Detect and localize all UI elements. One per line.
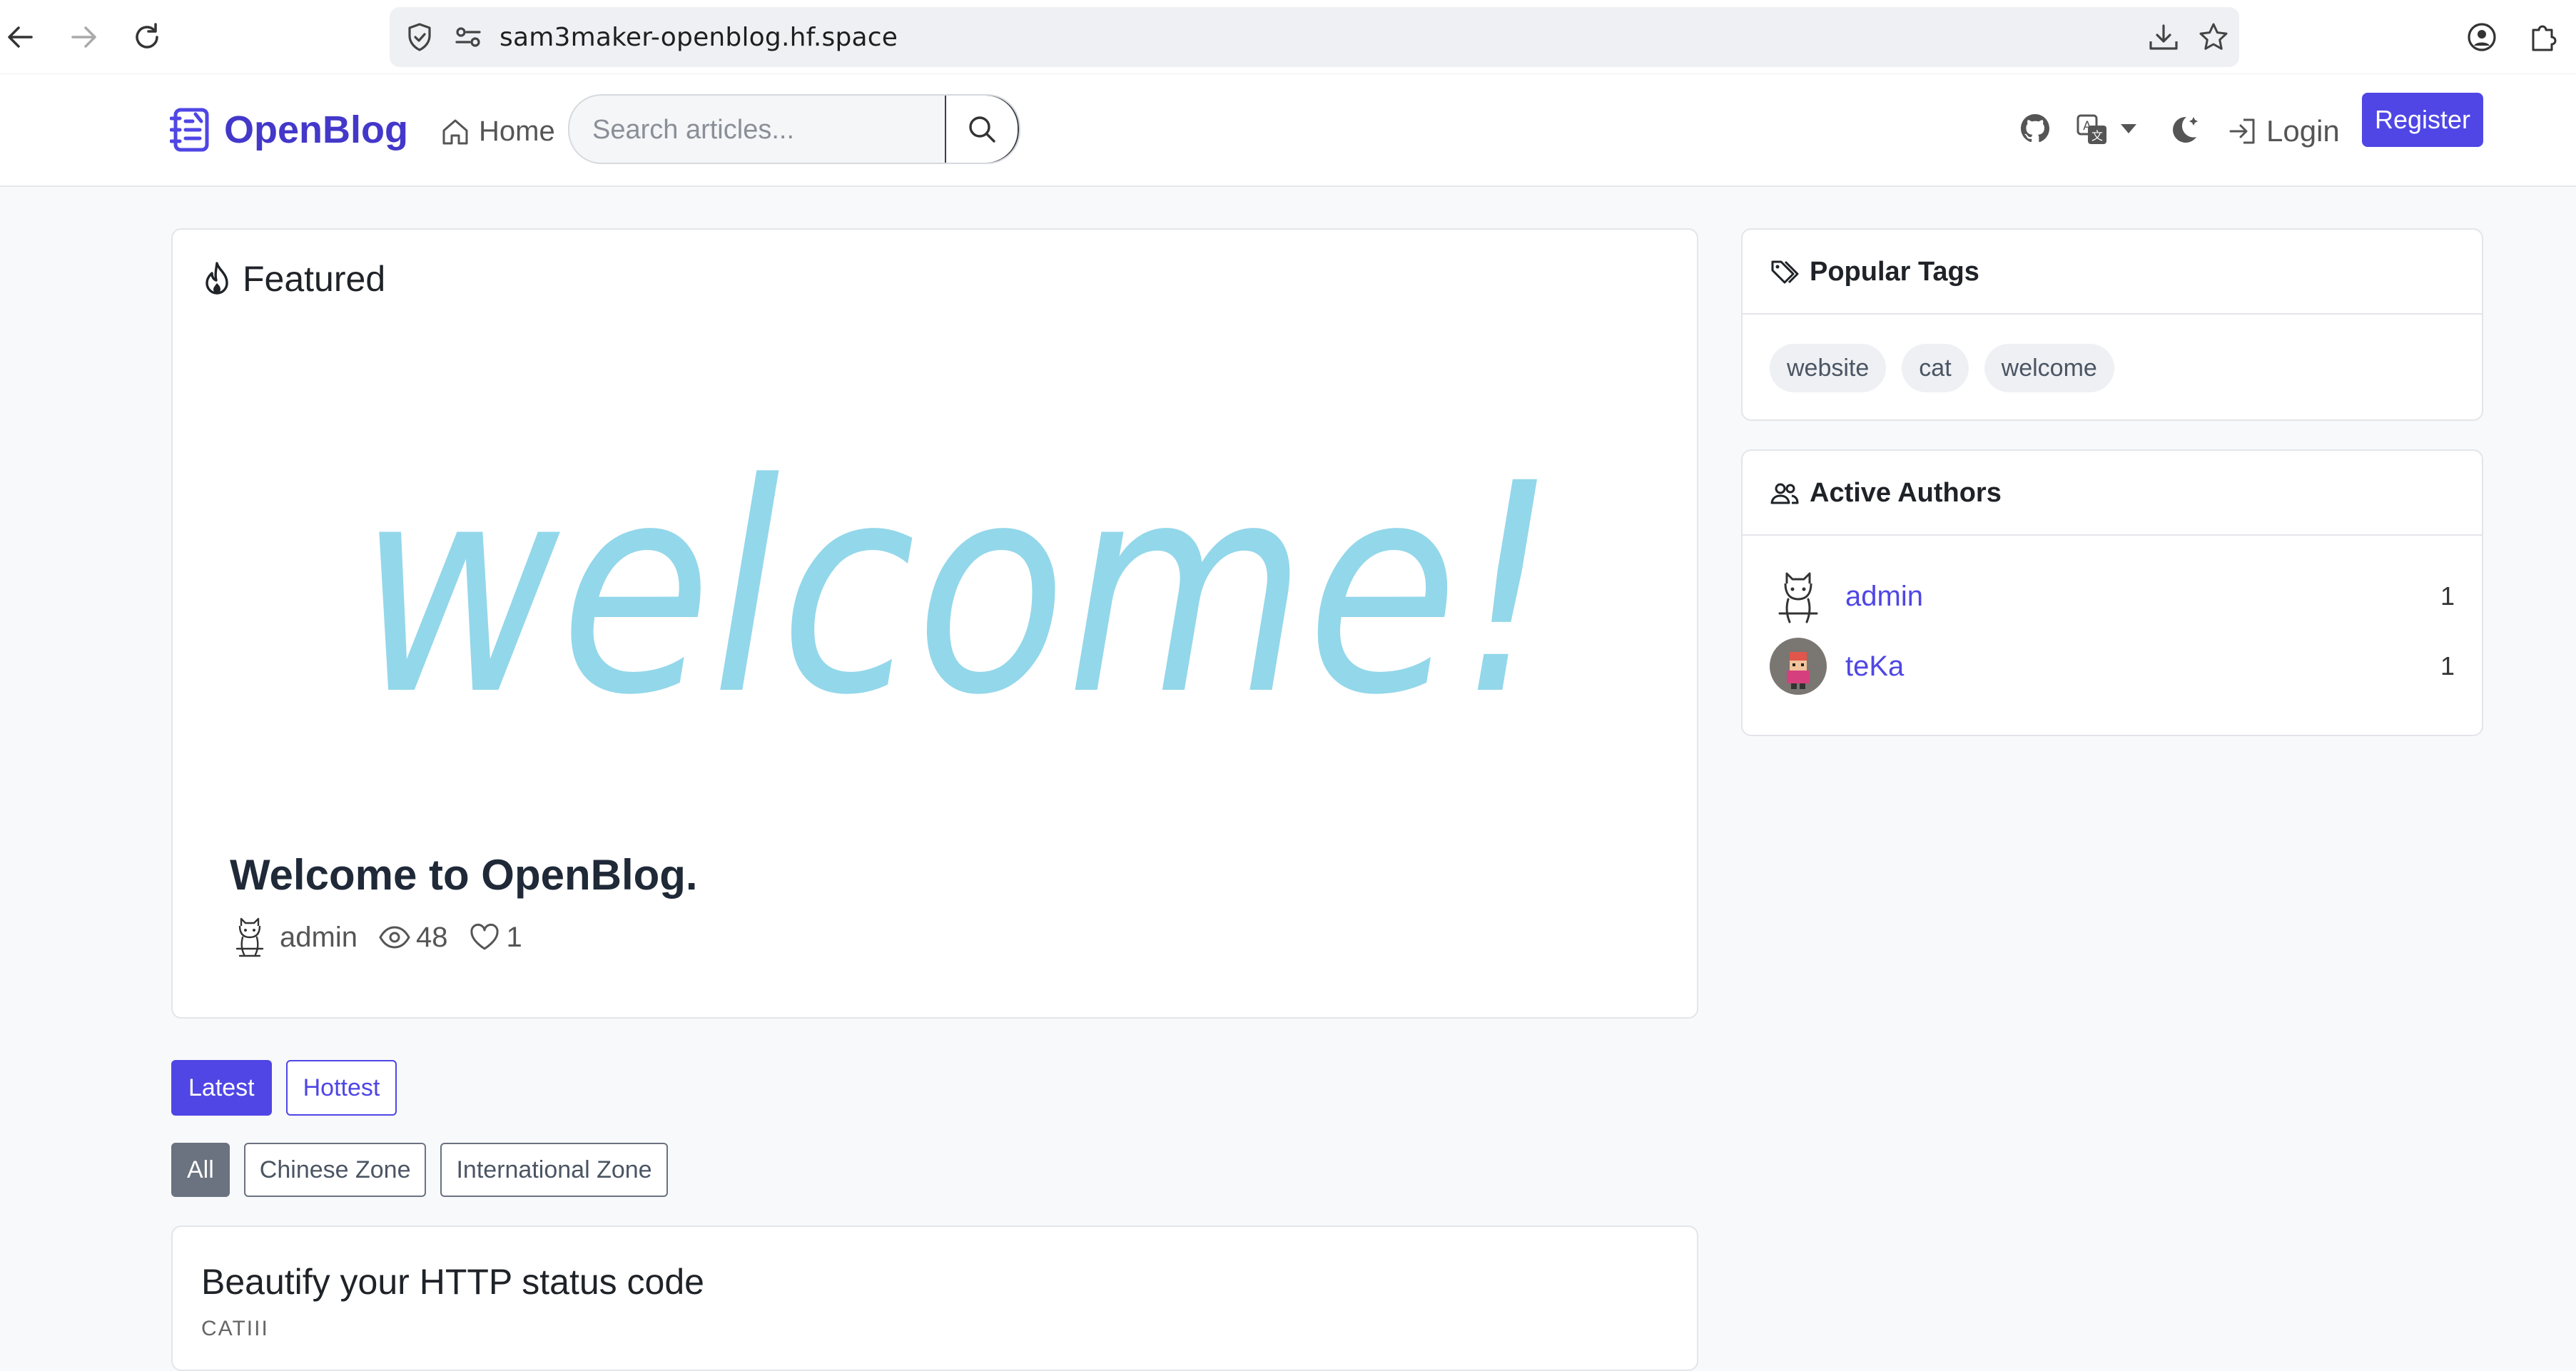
author-post-count: 1 <box>2440 651 2455 681</box>
search-input[interactable] <box>591 96 965 163</box>
featured-heading: Featured <box>201 258 385 300</box>
divider <box>1743 313 2482 315</box>
back-arrow-icon[interactable] <box>3 20 37 54</box>
shield-icon[interactable] <box>402 20 437 54</box>
tags-icon <box>1771 260 1799 283</box>
journal-logo-icon <box>170 108 209 152</box>
active-authors-title: Active Authors <box>1810 478 2002 508</box>
popular-tags-card: Popular Tags website cat welcome <box>1741 228 2483 421</box>
browser-toolbar: sam3maker-openblog.hf.space <box>0 0 2576 73</box>
eye-icon <box>379 926 410 949</box>
featured-image[interactable]: welcome! <box>358 444 1757 715</box>
bookmark-star-icon[interactable] <box>2196 20 2231 54</box>
tag-list: website cat welcome <box>1770 344 2130 392</box>
zone-chinese-button[interactable]: Chinese Zone <box>243 1143 427 1197</box>
login-link[interactable]: Login <box>2228 114 2340 148</box>
translate-icon[interactable]: A 文 <box>2075 113 2109 147</box>
article-snippet: CATIII <box>201 1317 269 1340</box>
people-icon <box>1770 483 1799 504</box>
tag-website[interactable]: website <box>1770 344 1887 392</box>
popular-tags-title: Popular Tags <box>1810 257 1979 287</box>
register-button[interactable]: Register <box>2362 93 2483 147</box>
account-icon[interactable] <box>2465 20 2499 54</box>
article-title[interactable]: Beautify your HTTP status code <box>201 1261 704 1303</box>
github-icon[interactable] <box>2018 111 2052 146</box>
site-permissions-icon[interactable] <box>451 20 485 54</box>
caret-down-icon[interactable] <box>2119 121 2138 136</box>
zone-filters: All Chinese Zone International Zone <box>171 1143 682 1197</box>
admin-avatar[interactable] <box>1770 568 1827 625</box>
featured-card: Featured welcome! Welcome to OpenBlog. a… <box>171 228 1698 1019</box>
welcome-image-text: welcome! <box>358 444 1557 715</box>
login-label: Login <box>2266 114 2340 148</box>
featured-likes: 1 <box>506 921 522 953</box>
author-name[interactable]: admin <box>1845 581 1923 613</box>
brand-name[interactable]: OpenBlog <box>224 108 408 152</box>
heart-icon[interactable] <box>469 922 500 953</box>
author-row-teka[interactable]: teKa 1 <box>1770 636 2455 696</box>
zone-all-button[interactable]: All <box>171 1143 230 1197</box>
tag-cat[interactable]: cat <box>1902 344 1969 392</box>
address-bar[interactable]: sam3maker-openblog.hf.space <box>390 7 2239 67</box>
divider <box>1743 534 2482 536</box>
tag-welcome[interactable]: welcome <box>1984 344 2114 392</box>
featured-post-title[interactable]: Welcome to OpenBlog. <box>230 850 698 899</box>
popular-tags-heading: Popular Tags <box>1770 257 1979 287</box>
article-card[interactable]: Beautify your HTTP status code CATIII <box>171 1225 1698 1371</box>
active-authors-heading: Active Authors <box>1770 478 2002 509</box>
reload-icon[interactable] <box>130 20 164 54</box>
featured-post-meta: admin 48 1 <box>230 914 522 960</box>
search-group <box>568 94 1020 164</box>
tab-latest[interactable]: Latest <box>171 1060 272 1116</box>
site-navbar: OpenBlog Home A 文 <box>0 73 2576 187</box>
active-authors-card: Active Authors admin 1 teKa 1 <box>1741 449 2483 736</box>
url-text[interactable]: sam3maker-openblog.hf.space <box>500 23 898 52</box>
zone-international-button[interactable]: International Zone <box>440 1143 668 1197</box>
forward-arrow-icon[interactable] <box>67 20 101 54</box>
svg-text:文: 文 <box>2091 129 2103 143</box>
author-post-count: 1 <box>2440 581 2455 611</box>
search-button[interactable] <box>945 96 1019 163</box>
search-icon <box>969 116 995 143</box>
tab-hottest[interactable]: Hottest <box>285 1060 397 1116</box>
login-icon <box>2229 118 2255 144</box>
featured-views: 48 <box>415 921 448 953</box>
extensions-icon[interactable] <box>2526 20 2560 54</box>
moon-stars-icon[interactable] <box>2165 111 2202 148</box>
author-row-admin[interactable]: admin 1 <box>1770 566 2455 626</box>
author-name[interactable]: teKa <box>1845 651 1904 683</box>
fire-icon <box>206 262 228 295</box>
home-label: Home <box>479 116 555 147</box>
download-icon[interactable] <box>2146 20 2181 54</box>
house-icon <box>442 119 468 144</box>
teka-avatar[interactable] <box>1770 638 1827 695</box>
sort-tabs: Latest Hottest <box>171 1060 411 1116</box>
admin-avatar[interactable] <box>230 914 270 960</box>
home-link[interactable]: Home <box>440 116 555 148</box>
featured-label: Featured <box>243 259 386 299</box>
brand-logo[interactable]: OpenBlog <box>170 107 408 153</box>
featured-author[interactable]: admin <box>280 922 358 954</box>
